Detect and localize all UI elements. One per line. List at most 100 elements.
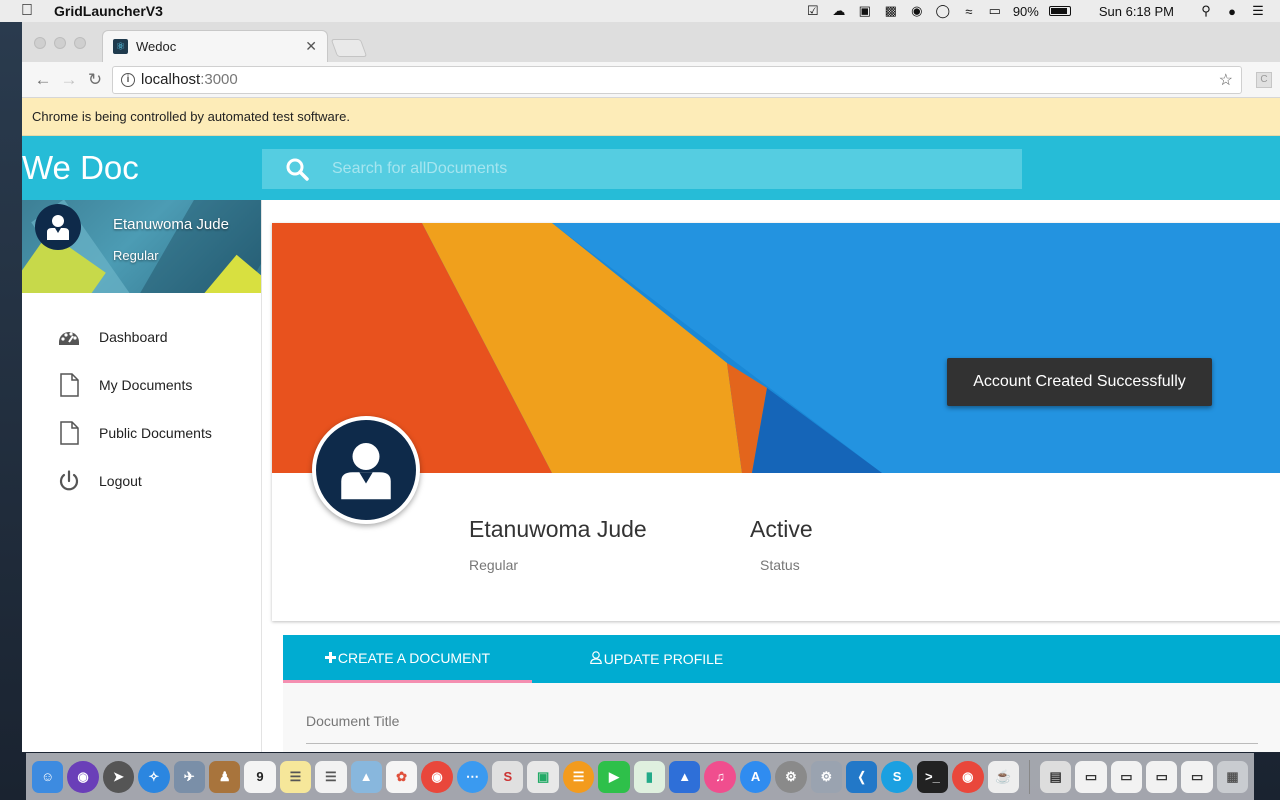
profile-card: Etanuwoma Jude Regular Active Status [272, 223, 1280, 621]
active-app-name[interactable]: GridLauncherV3 [54, 3, 163, 19]
profile-status-label: Status [760, 557, 800, 573]
back-icon[interactable]: ← [30, 70, 56, 90]
window-controls [34, 37, 86, 49]
maximize-window-button[interactable] [74, 37, 86, 49]
extension-icon[interactable]: C [1256, 71, 1272, 88]
document-title-field[interactable] [306, 743, 1258, 744]
tab-create-document[interactable]: CREATE A DOCUMENT [283, 635, 532, 683]
close-tab-icon[interactable]: ✕ [305, 38, 317, 55]
tab-label: UPDATE PROFILE [603, 651, 724, 667]
address-bar[interactable]: i localhost:3000 ☆ [112, 65, 1242, 94]
automation-infobar: Chrome is being controlled by automated … [22, 98, 1280, 136]
dock: ☺ ◉ ➤ ✧ ✈ ♟ 9 ☰ ☰ ▲ ✿ ◉ ⋯ S ▣ ☰ ▶ ▮ ▲ ♫ … [26, 753, 1254, 800]
photos-icon[interactable]: ✿ [385, 760, 418, 793]
facetime-icon[interactable]: ▶ [598, 760, 630, 793]
notification-center-icon[interactable]: ☰ [1250, 3, 1266, 19]
reminders-icon[interactable]: ☰ [315, 760, 347, 793]
forward-icon[interactable]: → [56, 70, 82, 90]
sidebar-nav: Dashboard My Documents Public Documents [22, 313, 261, 505]
bookmark-star-icon[interactable]: ☆ [1219, 70, 1233, 90]
notes-icon[interactable]: ☰ [279, 760, 312, 793]
clock[interactable]: Sun 6:18 PM [1099, 4, 1174, 19]
reload-icon[interactable]: ↻ [82, 70, 108, 90]
sidebar-item-logout[interactable]: Logout [22, 457, 261, 505]
browser-tab[interactable]: ⚛ Wedoc ✕ [102, 30, 328, 62]
profile-name: Etanuwoma Jude [469, 516, 647, 542]
dashlane-icon[interactable]: ◯ [935, 3, 951, 19]
sidebar-item-label: My Documents [99, 377, 193, 393]
menu-bar:  GridLauncherV3 ☑ ☁ ▣ ▩ ◉ ◯ ≈ ▭ 90% Sun… [0, 0, 1280, 22]
spotlight-search-icon[interactable]: ⚲ [1198, 3, 1214, 19]
new-tab-button[interactable] [330, 39, 368, 57]
keynote-icon[interactable]: ▣ [527, 760, 559, 793]
checkmark-icon[interactable]: ☑ [805, 3, 821, 19]
ibooks-icon[interactable]: ☰ [562, 760, 595, 793]
brand-logo[interactable]: We Doc [22, 149, 139, 187]
terminal-icon[interactable]: >_ [916, 760, 949, 793]
chrome-icon[interactable]: ◉ [952, 760, 984, 793]
sidebar-avatar[interactable] [35, 204, 81, 250]
tab-title: Wedoc [136, 39, 177, 54]
document-icon [56, 420, 82, 446]
palette-icon [56, 324, 82, 350]
sidebar-item-label: Public Documents [99, 425, 212, 441]
messages-icon[interactable]: ⋯ [456, 760, 489, 793]
sidebar-item-public-documents[interactable]: Public Documents [22, 409, 261, 457]
location-icon[interactable]: ◉ [909, 3, 925, 19]
trash-icon[interactable]: ▦ [1216, 760, 1249, 793]
battery-icon[interactable] [1048, 6, 1071, 16]
calendar-icon[interactable]: 9 [244, 760, 276, 793]
status-menus: ☑ ☁ ▣ ▩ ◉ ◯ ≈ ▭ 90% Sun 6:18 PM ⚲ ● ☰ [805, 3, 1280, 19]
utility-icon[interactable]: ⚙ [810, 760, 842, 793]
site-info-icon[interactable]: i [121, 72, 135, 87]
url-host: localhost [141, 71, 201, 88]
java-icon[interactable]: ☕ [987, 760, 1019, 793]
wifi-icon[interactable]: ≈ [961, 3, 977, 19]
lock-icon[interactable]: ▩ [883, 3, 899, 19]
numbers-icon[interactable]: ▮ [633, 760, 666, 793]
profile-status: Active [750, 516, 813, 542]
minimize-window-button[interactable] [54, 37, 66, 49]
browser-toolbar: ← → ↻ i localhost:3000 ☆ C [22, 62, 1280, 98]
airplay-icon[interactable]: ▭ [987, 3, 1003, 19]
camera-icon[interactable]: ▣ [857, 3, 873, 19]
sidebar-item-label: Dashboard [99, 329, 168, 345]
vscode-icon[interactable]: ❬ [845, 760, 878, 793]
dock-separator [1028, 759, 1030, 794]
siri-dock-icon[interactable]: ◉ [67, 760, 99, 793]
close-window-button[interactable] [34, 37, 46, 49]
profile-avatar[interactable] [312, 416, 420, 524]
search-icon[interactable] [262, 157, 332, 181]
window-thumbnail-icon[interactable]: ▭ [1181, 760, 1213, 793]
system-preferences-icon[interactable]: ⚙ [775, 760, 807, 793]
preview-app-icon[interactable]: ✈ [173, 760, 205, 793]
app-store-icon[interactable]: A [739, 760, 772, 793]
window-thumbnail-icon[interactable]: ▭ [1110, 760, 1143, 793]
contacts-icon[interactable]: ♟ [208, 760, 241, 793]
sidebar-item-my-documents[interactable]: My Documents [22, 361, 261, 409]
plus-icon [324, 650, 336, 666]
skype-icon[interactable]: S [881, 760, 913, 793]
safari-icon[interactable]: ✧ [138, 760, 170, 793]
maps-icon[interactable]: ▲ [350, 760, 382, 793]
launchpad-icon[interactable]: ➤ [102, 760, 135, 793]
keynote-presentation-icon[interactable]: ▲ [669, 760, 701, 793]
chrome-icon[interactable]: ◉ [421, 760, 453, 793]
tab-update-profile[interactable]: UPDATE PROFILE [532, 635, 781, 683]
sidebar-item-dashboard[interactable]: Dashboard [22, 313, 261, 361]
window-thumbnail-icon[interactable]: ▭ [1146, 760, 1178, 793]
sidebar-user-role: Regular [113, 248, 159, 263]
search-input[interactable] [332, 160, 1022, 178]
finder-icon[interactable]: ☺ [32, 760, 64, 793]
slack-icon[interactable]: S [492, 760, 524, 793]
itunes-icon[interactable]: ♫ [704, 760, 736, 793]
sidebar-item-label: Logout [99, 473, 142, 489]
document-thumbnail-icon[interactable]: ▤ [1039, 760, 1072, 793]
infobar-text: Chrome is being controlled by automated … [32, 109, 350, 124]
top-navbar: We Doc [22, 136, 1280, 200]
document-tabs: CREATE A DOCUMENT UPDATE PROFILE [283, 635, 1280, 683]
siri-icon[interactable]: ● [1224, 3, 1240, 19]
apple-icon[interactable]:  [0, 2, 54, 20]
cloud-icon[interactable]: ☁ [831, 3, 847, 19]
window-thumbnail-icon[interactable]: ▭ [1075, 760, 1107, 793]
